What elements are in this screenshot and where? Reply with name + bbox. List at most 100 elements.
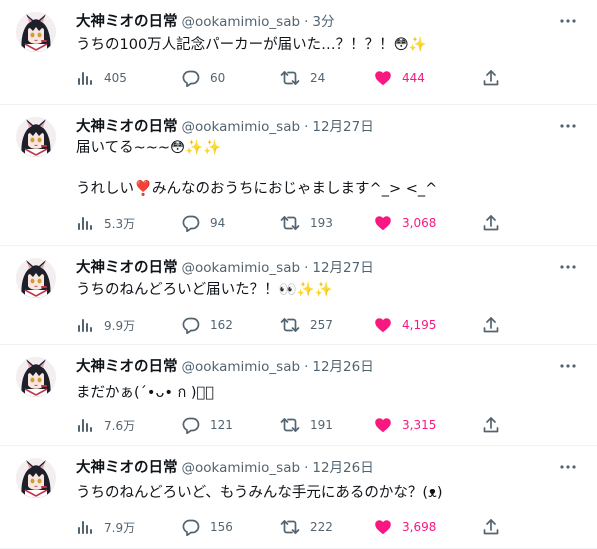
views-count: 7.6万: [104, 418, 136, 433]
views-count: 9.9万: [104, 318, 136, 333]
tweet[interactable]: 大神ミオの日常 @ookamimio_sab · 3分 うちの100万人記念パー…: [0, 0, 597, 105]
more-dots-icon[interactable]: [559, 14, 577, 28]
retweet-button[interactable]: 257: [280, 315, 333, 335]
reply-button[interactable]: 121: [182, 415, 233, 435]
heart-icon: [374, 416, 392, 434]
views-button[interactable]: 7.9万: [76, 517, 135, 537]
retweet-button[interactable]: 193: [280, 213, 333, 233]
retweet-arrows-icon: [280, 214, 300, 232]
more-dots-icon[interactable]: [559, 460, 577, 474]
author-name[interactable]: 大神ミオの日常: [76, 357, 178, 377]
avatar[interactable]: [16, 117, 56, 157]
retweet-arrows-icon: [280, 416, 300, 434]
more-dots-icon[interactable]: [559, 260, 577, 274]
retweet-button[interactable]: 24: [280, 68, 325, 88]
reply-bubble-icon: [182, 214, 200, 232]
retweet-count: 257: [310, 318, 333, 332]
tweet-header: 大神ミオの日常 @ookamimio_sab · 12月26日: [76, 458, 374, 478]
avatar[interactable]: [16, 258, 56, 298]
reply-button[interactable]: 94: [182, 213, 225, 233]
heart-icon: [374, 518, 392, 536]
like-button[interactable]: 444: [374, 68, 425, 88]
share-upload-icon: [482, 518, 500, 536]
like-button[interactable]: 3,068: [374, 213, 436, 233]
tweet-text-line: 届いてる~~~😳✨✨: [76, 140, 222, 156]
share-button[interactable]: [482, 415, 500, 435]
share-button[interactable]: [482, 517, 500, 537]
author-handle[interactable]: @ookamimio_sab: [182, 458, 301, 478]
like-button[interactable]: 4,195: [374, 315, 436, 335]
avatar[interactable]: [16, 357, 56, 397]
views-button[interactable]: 405: [76, 68, 127, 88]
tweet[interactable]: 大神ミオの日常 @ookamimio_sab · 12月27日 届いてる~~~😳…: [0, 105, 597, 246]
tweet-text-line: うちの100万人記念パーカーが届いた…？！？！😳✨: [76, 37, 427, 53]
share-upload-icon: [482, 214, 500, 232]
tweet-text-line: うちのねんどろいど、もうみんな手元にあるのかな？(ᴥ): [76, 485, 443, 501]
tweet-header: 大神ミオの日常 @ookamimio_sab · 12月26日: [76, 357, 374, 377]
retweet-button[interactable]: 222: [280, 517, 333, 537]
action-bar: 7.6万 121 191 3,315: [76, 415, 506, 435]
views-count: 5.3万: [104, 216, 136, 231]
tweet-time[interactable]: 12月27日: [312, 117, 373, 137]
more-dots-icon[interactable]: [559, 359, 577, 373]
views-button[interactable]: 5.3万: [76, 213, 135, 233]
views-button[interactable]: 7.6万: [76, 415, 135, 435]
retweet-arrows-icon: [280, 316, 300, 334]
like-count: 3,068: [402, 216, 437, 230]
share-button[interactable]: [482, 68, 500, 88]
like-count: 3,698: [402, 520, 437, 534]
tweet-time[interactable]: 12月27日: [312, 258, 373, 278]
author-handle[interactable]: @ookamimio_sab: [182, 117, 301, 137]
views-chart-icon: [76, 214, 94, 232]
share-upload-icon: [482, 316, 500, 334]
retweet-count: 222: [310, 520, 333, 534]
like-count: 444: [402, 71, 425, 85]
reply-button[interactable]: 162: [182, 315, 233, 335]
author-handle[interactable]: @ookamimio_sab: [182, 12, 301, 32]
action-bar: 9.9万 162 257 4,195: [76, 315, 506, 335]
like-count: 4,195: [402, 318, 437, 332]
author-name[interactable]: 大神ミオの日常: [76, 12, 178, 32]
author-name[interactable]: 大神ミオの日常: [76, 458, 178, 478]
share-button[interactable]: [482, 213, 500, 233]
author-handle[interactable]: @ookamimio_sab: [182, 258, 301, 278]
share-button[interactable]: [482, 315, 500, 335]
heart-icon: [374, 316, 392, 334]
views-chart-icon: [76, 518, 94, 536]
share-upload-icon: [482, 69, 500, 87]
tweet-time[interactable]: 12月26日: [312, 458, 373, 478]
author-name[interactable]: 大神ミオの日常: [76, 258, 178, 278]
reply-button[interactable]: 60: [182, 68, 225, 88]
reply-count: 162: [210, 318, 233, 332]
tweet-header: 大神ミオの日常 @ookamimio_sab · 3分: [76, 12, 334, 32]
views-count: 7.9万: [104, 520, 136, 535]
avatar[interactable]: [16, 458, 56, 498]
avatar[interactable]: [16, 12, 56, 52]
retweet-count: 191: [310, 418, 333, 432]
reply-bubble-icon: [182, 69, 200, 87]
reply-count: 121: [210, 418, 233, 432]
like-count: 3,315: [402, 418, 437, 432]
reply-count: 94: [210, 216, 226, 230]
author-handle[interactable]: @ookamimio_sab: [182, 357, 301, 377]
more-dots-icon[interactable]: [559, 119, 577, 133]
retweet-button[interactable]: 191: [280, 415, 333, 435]
tweet-text-line: うちのねんどろいど届いた？！👀✨✨: [76, 282, 333, 298]
reply-count: 156: [210, 520, 233, 534]
author-name[interactable]: 大神ミオの日常: [76, 117, 178, 137]
reply-bubble-icon: [182, 416, 200, 434]
heart-icon: [374, 69, 392, 87]
views-button[interactable]: 9.9万: [76, 315, 135, 335]
tweet[interactable]: 大神ミオの日常 @ookamimio_sab · 12月27日 うちのねんどろい…: [0, 246, 597, 345]
reply-button[interactable]: 156: [182, 517, 233, 537]
tweet-time[interactable]: 12月26日: [312, 357, 373, 377]
retweet-arrows-icon: [280, 69, 300, 87]
reply-bubble-icon: [182, 518, 200, 536]
tweet-text-line: うれしい❣️みんなのおうちにおじゃまします^_> <_^: [76, 181, 438, 197]
tweet[interactable]: 大神ミオの日常 @ookamimio_sab · 12月26日 まだかぁ(´•ᴗ…: [0, 345, 597, 446]
like-button[interactable]: 3,315: [374, 415, 436, 435]
action-bar: 405 60 24 444: [76, 68, 506, 88]
tweet-time[interactable]: 3分: [312, 12, 334, 32]
tweet[interactable]: 大神ミオの日常 @ookamimio_sab · 12月26日 うちのねんどろい…: [0, 446, 597, 549]
like-button[interactable]: 3,698: [374, 517, 436, 537]
